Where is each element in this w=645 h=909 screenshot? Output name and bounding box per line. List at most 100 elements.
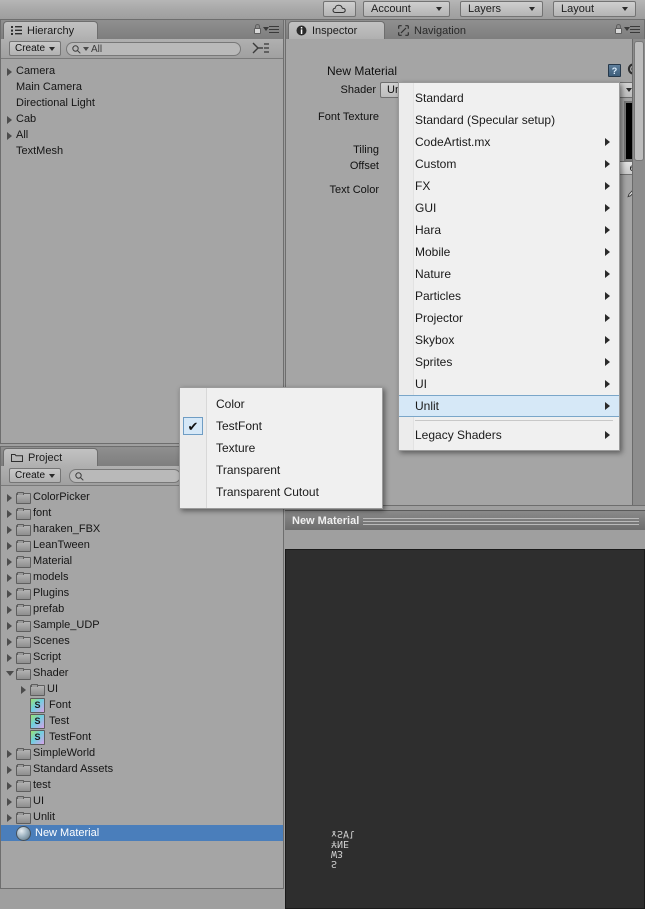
tab-hierarchy[interactable]: Hierarchy bbox=[3, 21, 98, 39]
shader-dropdown-menu[interactable]: Standard Standard (Specular setup) CodeArt… bbox=[398, 82, 620, 451]
project-item[interactable]: S TestFont bbox=[1, 729, 283, 745]
project-item[interactable]: LeanTween bbox=[1, 537, 283, 553]
preview-body[interactable]: S W3 ¥NE ɤS∀l bbox=[285, 549, 645, 909]
hierarchy-item[interactable]: Cab bbox=[1, 111, 283, 127]
hierarchy-item[interactable]: Main Camera bbox=[1, 79, 283, 95]
hierarchy-tree[interactable]: Camera Main Camera Directional Light Cab All… bbox=[1, 59, 283, 159]
project-create-button[interactable]: Create bbox=[9, 468, 62, 483]
shader-menu-item[interactable]: Sprites bbox=[399, 351, 619, 373]
expand-arrow-icon[interactable] bbox=[5, 633, 16, 649]
preview-header[interactable]: New Material bbox=[285, 510, 645, 530]
expand-arrow-icon[interactable] bbox=[5, 793, 16, 809]
layers-dropdown[interactable]: Layers bbox=[460, 1, 543, 17]
shader-menu-item[interactable]: Particles bbox=[399, 285, 619, 307]
shader-menu-item[interactable]: Projector bbox=[399, 307, 619, 329]
lock-icon[interactable] bbox=[614, 24, 623, 35]
expand-arrow-icon[interactable] bbox=[5, 569, 16, 585]
unlit-submenu[interactable]: Color ✔ TestFont Texture Transparent Transpar… bbox=[179, 387, 383, 509]
shader-menu-item[interactable]: FX bbox=[399, 175, 619, 197]
expand-arrow-icon[interactable] bbox=[5, 745, 16, 761]
hierarchy-create-button[interactable]: Create bbox=[9, 41, 62, 56]
expand-arrow-icon[interactable] bbox=[5, 537, 16, 553]
shader-menu-item[interactable]: Hara bbox=[399, 219, 619, 241]
project-item[interactable]: New Material bbox=[1, 825, 283, 841]
shader-menu-items[interactable]: Standard Standard (Specular setup) CodeArt… bbox=[399, 87, 619, 446]
project-item[interactable]: Material bbox=[1, 553, 283, 569]
project-item[interactable]: Standard Assets bbox=[1, 761, 283, 777]
project-item[interactable]: prefab bbox=[1, 601, 283, 617]
shader-menu-item[interactable]: Custom bbox=[399, 153, 619, 175]
project-item[interactable]: Sample_UDP bbox=[1, 617, 283, 633]
project-item-label: Test bbox=[49, 715, 70, 727]
expand-arrow-icon[interactable] bbox=[5, 489, 16, 505]
folder-icon bbox=[16, 507, 31, 520]
expand-arrow-icon[interactable] bbox=[5, 761, 16, 777]
project-item[interactable]: Script bbox=[1, 649, 283, 665]
expand-arrow-icon[interactable] bbox=[19, 681, 30, 697]
folder-icon bbox=[16, 491, 31, 504]
project-item[interactable]: models bbox=[1, 569, 283, 585]
shader-menu-item[interactable]: Legacy Shaders bbox=[399, 424, 619, 446]
inspector-scrollbar[interactable] bbox=[632, 39, 645, 505]
hierarchy-sort-button[interactable] bbox=[251, 41, 271, 59]
project-item[interactable]: test bbox=[1, 777, 283, 793]
hierarchy-item[interactable]: Directional Light bbox=[1, 95, 283, 111]
unlit-submenu-items[interactable]: Color ✔ TestFont Texture Transparent Transpar… bbox=[180, 393, 382, 503]
expand-arrow-icon[interactable] bbox=[5, 553, 16, 569]
menu-icon[interactable] bbox=[263, 25, 279, 34]
shader-menu-item[interactable]: Unlit bbox=[399, 395, 619, 417]
expand-arrow-icon[interactable] bbox=[5, 521, 16, 537]
project-item[interactable]: haraken_FBX bbox=[1, 521, 283, 537]
shader-menu-item[interactable]: Skybox bbox=[399, 329, 619, 351]
layout-dropdown[interactable]: Layout bbox=[553, 1, 636, 17]
hierarchy-search-input[interactable]: All bbox=[66, 42, 241, 56]
project-item[interactable]: UI bbox=[1, 681, 283, 697]
hierarchy-item[interactable]: TextMesh bbox=[1, 143, 283, 159]
account-dropdown[interactable]: Account bbox=[363, 1, 450, 17]
hierarchy-item[interactable]: Camera bbox=[1, 63, 283, 79]
project-search-input[interactable] bbox=[69, 469, 181, 483]
expand-arrow-icon[interactable] bbox=[5, 617, 16, 633]
unlit-submenu-item[interactable]: Transparent bbox=[180, 459, 382, 481]
expand-arrow-icon[interactable] bbox=[5, 809, 16, 825]
tab-navigation[interactable]: Navigation bbox=[390, 21, 500, 39]
expand-arrow-icon[interactable] bbox=[5, 665, 16, 681]
project-item[interactable]: S Test bbox=[1, 713, 283, 729]
tab-inspector[interactable]: Inspector bbox=[288, 21, 385, 39]
unlit-submenu-item[interactable]: Texture bbox=[180, 437, 382, 459]
hierarchy-item[interactable]: All bbox=[1, 127, 283, 143]
preview-drag-handle[interactable] bbox=[363, 518, 639, 525]
project-tree[interactable]: ColorPicker font haraken_FBX LeanTween Mater… bbox=[1, 486, 283, 841]
help-button[interactable]: ? bbox=[608, 64, 621, 77]
project-item[interactable]: Shader bbox=[1, 665, 283, 681]
expand-arrow-icon[interactable] bbox=[5, 585, 16, 601]
unlit-submenu-item[interactable]: Transparent Cutout bbox=[180, 481, 382, 503]
cloud-services-button[interactable] bbox=[323, 1, 356, 17]
project-item[interactable]: Scenes bbox=[1, 633, 283, 649]
expand-arrow-icon[interactable] bbox=[5, 649, 16, 665]
shader-menu-item[interactable]: Mobile bbox=[399, 241, 619, 263]
shader-menu-item[interactable]: Nature bbox=[399, 263, 619, 285]
shader-menu-item[interactable]: CodeArtist.mx bbox=[399, 131, 619, 153]
shader-menu-item[interactable]: UI bbox=[399, 373, 619, 395]
unlit-submenu-item[interactable]: Color bbox=[180, 393, 382, 415]
expand-arrow-icon[interactable] bbox=[5, 111, 16, 127]
expand-arrow-icon[interactable] bbox=[5, 505, 16, 521]
project-item[interactable]: Plugins bbox=[1, 585, 283, 601]
shader-menu-item[interactable]: GUI bbox=[399, 197, 619, 219]
expand-arrow-icon[interactable] bbox=[5, 601, 16, 617]
expand-arrow-icon[interactable] bbox=[5, 777, 16, 793]
project-item[interactable]: UI bbox=[1, 793, 283, 809]
shader-menu-item[interactable]: Standard bbox=[399, 87, 619, 109]
project-item[interactable]: SimpleWorld bbox=[1, 745, 283, 761]
expand-arrow-icon[interactable] bbox=[5, 127, 16, 143]
project-item[interactable]: S Font bbox=[1, 697, 283, 713]
lock-icon[interactable] bbox=[253, 24, 262, 35]
inspector-scrollbar-thumb[interactable] bbox=[634, 41, 644, 161]
unlit-submenu-item[interactable]: ✔ TestFont bbox=[180, 415, 382, 437]
menu-icon[interactable] bbox=[624, 25, 640, 34]
shader-menu-item[interactable]: Standard (Specular setup) bbox=[399, 109, 619, 131]
expand-arrow-icon[interactable] bbox=[5, 63, 16, 79]
project-item[interactable]: Unlit bbox=[1, 809, 283, 825]
tab-project[interactable]: Project bbox=[3, 448, 98, 466]
